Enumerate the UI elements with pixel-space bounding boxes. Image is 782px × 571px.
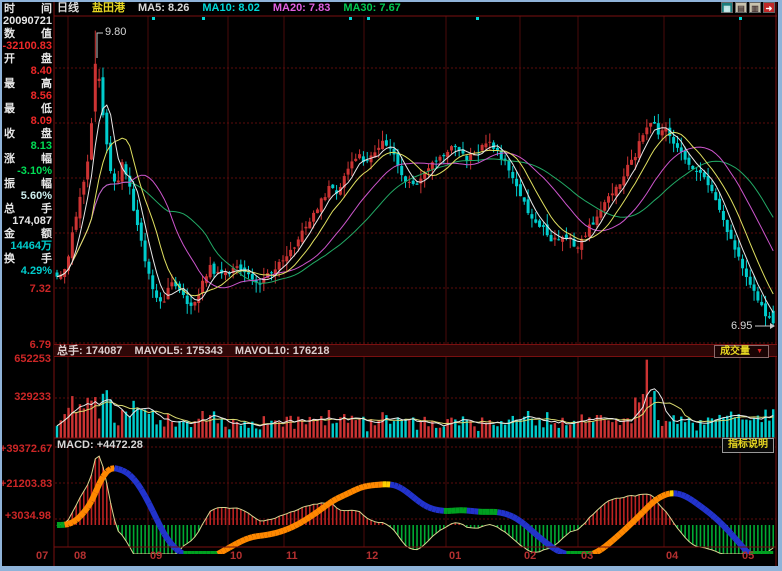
macd-axis-label: +21203.83 xyxy=(0,479,51,490)
quote-row-low: 最低 8.09 xyxy=(2,103,54,128)
quote-row-high: 最高 8.56 xyxy=(2,78,54,103)
quote-label: 振幅 xyxy=(2,178,54,190)
window-frame-top xyxy=(0,0,782,2)
volume-header-bar: 总手: 174087 MAVOL5: 175343 MAVOL10: 17621… xyxy=(54,344,777,357)
exit-icon[interactable]: ➜ xyxy=(763,2,775,13)
xaxis-month: 10 xyxy=(230,551,242,562)
price-axis-label: 6.79 xyxy=(0,340,51,351)
quote-label: 涨幅 xyxy=(2,153,54,165)
xaxis-month: 04 xyxy=(666,551,678,562)
quote-value: 174,087 xyxy=(2,215,54,228)
quote-label: 时间 xyxy=(2,3,54,15)
chart-canvas[interactable] xyxy=(0,0,782,571)
quote-row-index-value: 数值 -32100.83 xyxy=(2,28,54,53)
quote-row-turnover: 换手 4.29% xyxy=(2,253,54,278)
quote-row-change: 涨幅 -3.10% xyxy=(2,153,54,178)
mavol10-value: MAVOL10: 176218 xyxy=(235,345,330,357)
window-frame-left xyxy=(0,0,2,571)
quote-row-volume: 总手 174,087 xyxy=(2,203,54,228)
quote-label: 最高 xyxy=(2,78,54,90)
quote-value: 8.40 xyxy=(2,65,54,78)
quote-label: 总手 xyxy=(2,203,54,215)
quote-label: 金额 xyxy=(2,228,54,240)
window-icon[interactable]: ▥ xyxy=(749,2,761,13)
quote-value: 14464万 xyxy=(2,240,54,253)
ma20-value: MA20: 7.83 xyxy=(273,2,330,15)
xaxis-month: 01 xyxy=(449,551,461,562)
quote-row-amplitude: 振幅 5.60% xyxy=(2,178,54,203)
volume-axis-label: 329233 xyxy=(0,392,51,403)
quote-label: 数值 xyxy=(2,28,54,40)
xaxis-month: 07 xyxy=(36,551,48,562)
window-frame-right xyxy=(778,0,782,571)
xaxis-month: 12 xyxy=(366,551,378,562)
xaxis-month: 03 xyxy=(581,551,593,562)
volume-axis-label: 652253 xyxy=(0,354,51,365)
quote-value: 8.13 xyxy=(2,140,54,153)
indicator-selector[interactable]: 成交量 ▼ xyxy=(714,345,769,358)
mavol5-value: MAVOL5: 175343 xyxy=(134,345,222,357)
quote-row-close: 收盘 8.13 xyxy=(2,128,54,153)
ma5-value: MA5: 8.26 xyxy=(138,2,189,15)
indicator-help-button[interactable]: 指标说明 xyxy=(722,438,774,453)
quote-value: -3.10% xyxy=(2,165,54,178)
quote-value: 8.56 xyxy=(2,90,54,103)
macd-value: MACD: +4472.28 xyxy=(57,439,143,451)
quote-row-time: 时间 20090721 xyxy=(2,3,54,28)
stock-name[interactable]: 盐田港 xyxy=(92,2,125,15)
window-toolbar: ▦ ▤ ▥ ➜ xyxy=(721,2,775,13)
chevron-down-icon: ▼ xyxy=(756,348,763,355)
low-price-annotation: 6.95 xyxy=(731,321,752,332)
quote-value: 5.60% xyxy=(2,190,54,203)
macd-axis-label: +3034.98 xyxy=(0,511,51,522)
quote-value: 8.09 xyxy=(2,115,54,128)
app-window: 日线 盐田港 MA5: 8.26 MA10: 8.02 MA20: 7.83 M… xyxy=(0,0,782,571)
window-frame-bottom xyxy=(0,566,782,571)
xaxis-month: 11 xyxy=(286,551,298,562)
message-icon[interactable]: ▤ xyxy=(735,2,747,13)
macd-axis-label: +39372.67 xyxy=(0,444,51,455)
quote-row-amount: 金额 14464万 xyxy=(2,228,54,253)
quote-label: 开盘 xyxy=(2,53,54,65)
quote-panel: 时间 20090721 数值 -32100.83 开盘 8.40 最高 8.56… xyxy=(2,3,54,278)
xaxis-month: 09 xyxy=(150,551,162,562)
quote-label: 换手 xyxy=(2,253,54,265)
volume-current: 总手: 174087 xyxy=(57,345,122,357)
high-price-annotation: 9.80 xyxy=(105,27,126,38)
quote-label: 最低 xyxy=(2,103,54,115)
ma30-value: MA30: 7.67 xyxy=(343,2,400,15)
indicator-selector-label: 成交量 xyxy=(720,347,750,357)
quote-row-open: 开盘 8.40 xyxy=(2,53,54,78)
xaxis-month: 05 xyxy=(742,551,754,562)
price-axis-label: 7.32 xyxy=(0,284,51,295)
ma10-value: MA10: 8.02 xyxy=(202,2,259,15)
market-panel-icon[interactable]: ▦ xyxy=(721,2,733,13)
quote-value: 4.29% xyxy=(2,265,54,278)
xaxis-month: 08 xyxy=(74,551,86,562)
xaxis-month: 02 xyxy=(524,551,536,562)
quote-value: 20090721 xyxy=(2,15,54,28)
quote-label: 收盘 xyxy=(2,128,54,140)
quote-value: -32100.83 xyxy=(2,40,54,53)
chart-header: 日线 盐田港 MA5: 8.26 MA10: 8.02 MA20: 7.83 M… xyxy=(57,2,401,15)
period-label[interactable]: 日线 xyxy=(57,2,79,15)
volume-header-values: 总手: 174087 MAVOL5: 175343 MAVOL10: 17621… xyxy=(57,345,329,357)
